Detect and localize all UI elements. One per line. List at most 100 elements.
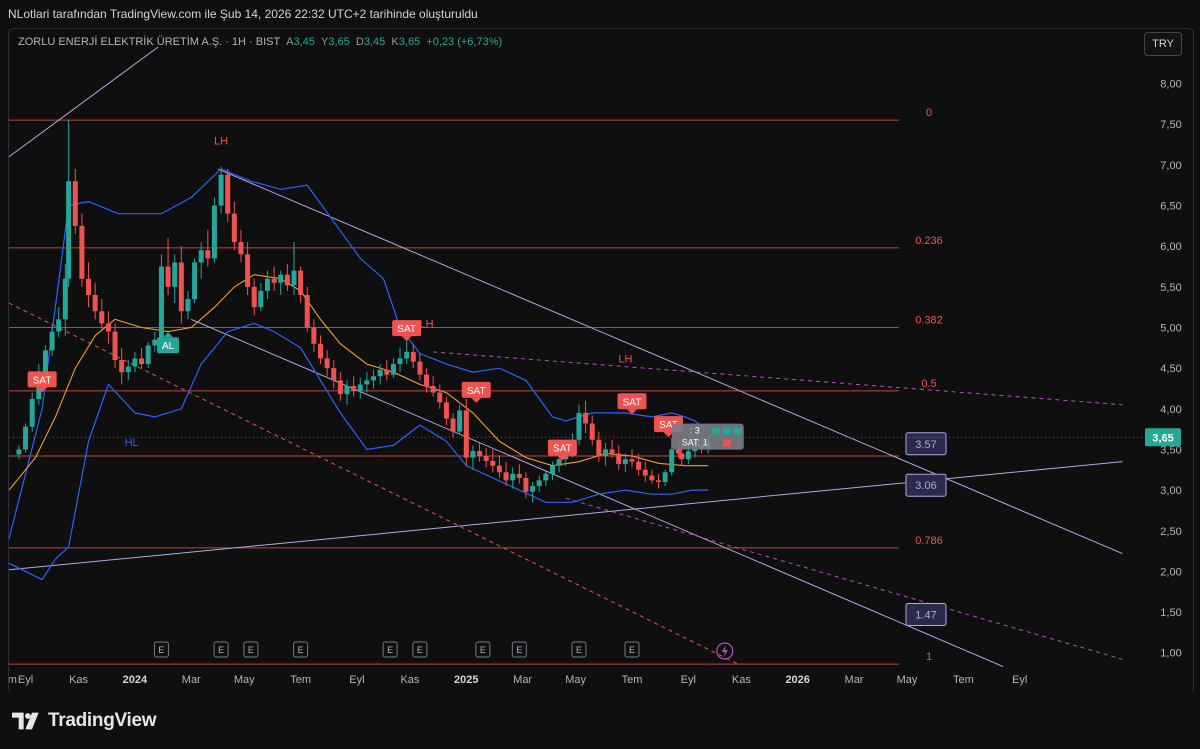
signal-pointer (471, 397, 482, 403)
legend-change: +0,23 (+6,73%) (426, 36, 503, 48)
price-tick-label: 4,00 (1160, 404, 1181, 416)
earnings-event-label: E (480, 645, 486, 655)
candle-body (72, 181, 78, 226)
candle-body (278, 274, 284, 283)
price-tick-label: 1,00 (1160, 648, 1181, 660)
signal-counter-line1: : 3 (690, 426, 700, 436)
candle-body (576, 412, 582, 440)
candle-body (145, 345, 151, 365)
candle-body (125, 366, 131, 373)
trend-line-1 (217, 168, 1123, 555)
candle-body (685, 451, 691, 460)
fib-label-0: 0 (926, 107, 932, 119)
currency-button[interactable]: TRY (1144, 32, 1182, 56)
candle-body (324, 358, 330, 369)
candle-body (549, 465, 555, 474)
candle-body (410, 351, 416, 362)
candle-body (556, 459, 562, 466)
time-tick-label: May (234, 674, 255, 686)
counter-square-buy (722, 427, 731, 435)
signal-text-buy: AL (162, 341, 175, 352)
candle-body (258, 290, 264, 308)
candle-body (92, 294, 98, 312)
earnings-event-label: E (576, 645, 582, 655)
price-axis[interactable]: 1,001,502,002,503,003,504,004,505,005,50… (9, 79, 1182, 660)
candle-body (245, 254, 251, 287)
tradingview-logo-icon (12, 712, 39, 730)
candle-body (470, 451, 476, 458)
chart-canvas[interactable]: 00.2360.3820.50.6180.7861 LHHLLHLH SATAL… (9, 29, 1193, 693)
counter-square-sell (722, 439, 731, 447)
pivot-label: HL (125, 437, 139, 449)
candle-body (384, 369, 390, 375)
moving-average (9, 274, 709, 491)
price-tick-label: 7,00 (1160, 160, 1181, 172)
time-tick-label: May (897, 674, 918, 686)
candle-body (132, 358, 138, 367)
trend-line-2 (191, 318, 1004, 668)
candle-body (29, 399, 35, 427)
pivot-label: LH (214, 136, 228, 148)
candle-body (443, 402, 449, 419)
event-markers[interactable]: EEEEEEEEEE (153, 641, 734, 660)
time-tick-label: Mar (182, 674, 201, 686)
time-tick-label: Eyl (681, 674, 696, 686)
pivot-label: LH (420, 319, 434, 331)
fib-label-0.786: 0.786 (915, 535, 943, 547)
candle-body (530, 486, 536, 492)
trend-lines[interactable] (9, 46, 1123, 668)
candle-body (516, 473, 522, 478)
fib-label-0.236: 0.236 (915, 235, 943, 247)
moving-average-line (9, 274, 709, 491)
price-tick-label: 5,00 (1160, 323, 1181, 335)
candle-body (205, 250, 211, 259)
candle-body (158, 266, 164, 340)
earnings-event-label: E (629, 645, 635, 655)
candle-body (510, 473, 516, 481)
earnings-event-label: E (516, 645, 522, 655)
signal-counter-line2: SAT: 1 (682, 438, 708, 448)
annotations: LH HL LH LH (125, 136, 633, 450)
candle-body (192, 262, 198, 300)
candle-body (463, 410, 469, 458)
time-tick-label: Tem (622, 674, 643, 686)
candle-body (616, 453, 622, 465)
time-tick-label: Eyl (349, 674, 364, 686)
candle-body (23, 426, 29, 450)
time-tick-label: Eyl (1012, 674, 1027, 686)
chart-frame[interactable]: 00.2360.3820.50.6180.7861 LHHLLHLH SATAL… (8, 28, 1194, 694)
candle-body (377, 369, 383, 377)
candle-body (543, 473, 549, 481)
time-tick-label: Mar (845, 674, 864, 686)
candle-body (636, 461, 642, 470)
top-bar: NLotlari tarafından TradingView.com ile … (0, 0, 1200, 30)
time-tick-label: Kas (400, 674, 419, 686)
trend-line-5 (565, 497, 1123, 660)
time-tick-label: Tem (290, 674, 311, 686)
counter-square-buy (733, 427, 742, 435)
candle-body (649, 475, 655, 481)
price-tick-label: 4,50 (1160, 363, 1181, 375)
trend-line-0 (9, 46, 159, 158)
candle-body (390, 364, 396, 375)
candle-body (304, 294, 310, 328)
candle-body (404, 351, 410, 359)
time-tick-label: Kas (732, 674, 751, 686)
price-callout-text: 3.57 (915, 439, 936, 451)
candle-body (679, 453, 685, 460)
candle-body (298, 270, 304, 295)
price-tick-label: 3,00 (1160, 485, 1181, 497)
earnings-event-label: E (158, 645, 164, 655)
brand[interactable]: TradingView (12, 710, 157, 732)
time-axis[interactable]: mEylKas2024MarMayTemEylKas2025MarMayTemE… (9, 674, 1027, 686)
candle-body (231, 213, 237, 243)
candle-body (583, 412, 589, 424)
candle-body (331, 368, 337, 381)
candle-body (364, 380, 370, 385)
symbol-legend: ZORLU ENERJİ ELEKTRİK ÜRETİM A.Ş. · 1H ·… (18, 36, 502, 48)
earnings-event-label: E (248, 645, 254, 655)
candle-body (397, 358, 403, 365)
candle-body (291, 270, 297, 286)
candle-body (596, 439, 602, 456)
legend-open: 3,45 (293, 36, 315, 48)
